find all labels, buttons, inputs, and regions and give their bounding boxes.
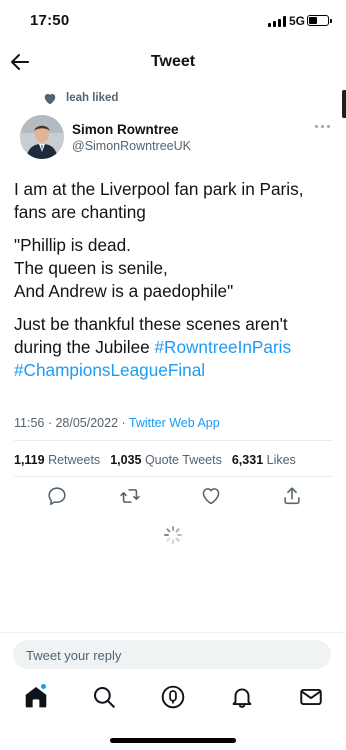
bell-icon[interactable] [229, 684, 255, 710]
tweet-line: I am at the Liverpool fan park in Paris, [14, 179, 304, 199]
loading-spinner-icon [163, 525, 183, 545]
reply-input[interactable]: Tweet your reply [13, 640, 331, 669]
mail-icon[interactable] [298, 684, 324, 710]
likes-count: 6,331 [231, 453, 264, 467]
home-indicator [110, 738, 236, 743]
tweet-line-text: during the Jubilee [14, 337, 155, 357]
home-icon[interactable] [23, 684, 49, 710]
tweet-paragraph: "Phillip is dead. The queen is senile, A… [14, 234, 339, 303]
likes-stat[interactable]: 6,331 Likes [232, 453, 296, 467]
retweets-stat[interactable]: 1,119 Retweets [14, 453, 100, 467]
tweet-date: 28/05/2022 [55, 416, 119, 430]
more-icon[interactable] [315, 124, 331, 130]
author-handle[interactable]: @SimonRowntreeUK [72, 139, 191, 153]
tweet-line: "Phillip is dead. [14, 235, 131, 255]
retweets-count: 1,119 [14, 453, 45, 467]
tweet-stats: 1,119 Retweets 1,035 Quote Tweets 6,331 … [14, 453, 306, 467]
tweet-line: And Andrew is a paedophile" [14, 281, 234, 301]
tweet-text: I am at the Liverpool fan park in Paris,… [14, 178, 339, 392]
battery-icon [307, 15, 332, 26]
reply-placeholder: Tweet your reply [26, 648, 122, 663]
tweet-actions [0, 485, 346, 509]
retweets-label: Retweets [48, 453, 101, 467]
tweet-line: fans are chanting [14, 202, 146, 222]
tweet-paragraph: Just be thankful these scenes aren't dur… [14, 313, 339, 382]
heart-icon[interactable] [200, 485, 222, 507]
likes-label: Likes [266, 453, 296, 467]
page-title: Tweet [150, 53, 196, 70]
tweet-source-link[interactable]: Twitter Web App [129, 416, 220, 430]
reply-icon[interactable] [46, 485, 68, 507]
status-time: 17:50 [30, 12, 70, 29]
hashtag-link[interactable]: #RowntreeInParis [154, 337, 291, 357]
share-icon[interactable] [281, 485, 303, 507]
top-nav: Tweet [0, 44, 346, 80]
author-name[interactable]: Simon Rowntree [72, 122, 179, 137]
tweet-line: The queen is senile, [14, 258, 168, 278]
heart-filled-icon [44, 93, 56, 104]
social-context: leah liked [43, 90, 118, 106]
tweet-line: during the Jubilee #RowntreeInParis [14, 336, 339, 359]
meta-separator: · [44, 416, 56, 430]
scroll-indicator [342, 90, 346, 118]
avatar[interactable] [20, 115, 64, 159]
meta-separator: · [118, 416, 129, 430]
tweet-line: #ChampionsLeagueFinal [14, 359, 339, 382]
search-icon[interactable] [91, 684, 117, 710]
unread-dot [41, 684, 46, 689]
quotes-label: Quote Tweets [144, 453, 222, 467]
tweet-meta: 11:56 · 28/05/2022 · Twitter Web App [14, 416, 220, 430]
hashtag-link[interactable]: #ChampionsLeagueFinal [14, 360, 205, 380]
retweet-icon[interactable] [119, 485, 141, 507]
tweet-paragraph: I am at the Liverpool fan park in Paris,… [14, 178, 339, 224]
tweet-time: 11:56 [14, 416, 45, 430]
status-bar: 17:50 5G [0, 0, 346, 44]
signal-icon [268, 16, 286, 27]
spaces-icon[interactable] [160, 684, 186, 710]
social-context-text: leah liked [66, 92, 119, 104]
divider [0, 632, 346, 633]
quote-tweets-stat[interactable]: 1,035 Quote Tweets [110, 453, 222, 467]
quotes-count: 1,035 [110, 453, 142, 467]
bottom-tab-bar [0, 680, 346, 720]
tweet-line: Just be thankful these scenes aren't [14, 314, 288, 334]
network-label: 5G [289, 14, 306, 28]
battery-fill [309, 17, 317, 24]
divider [14, 476, 332, 477]
divider [14, 440, 332, 441]
